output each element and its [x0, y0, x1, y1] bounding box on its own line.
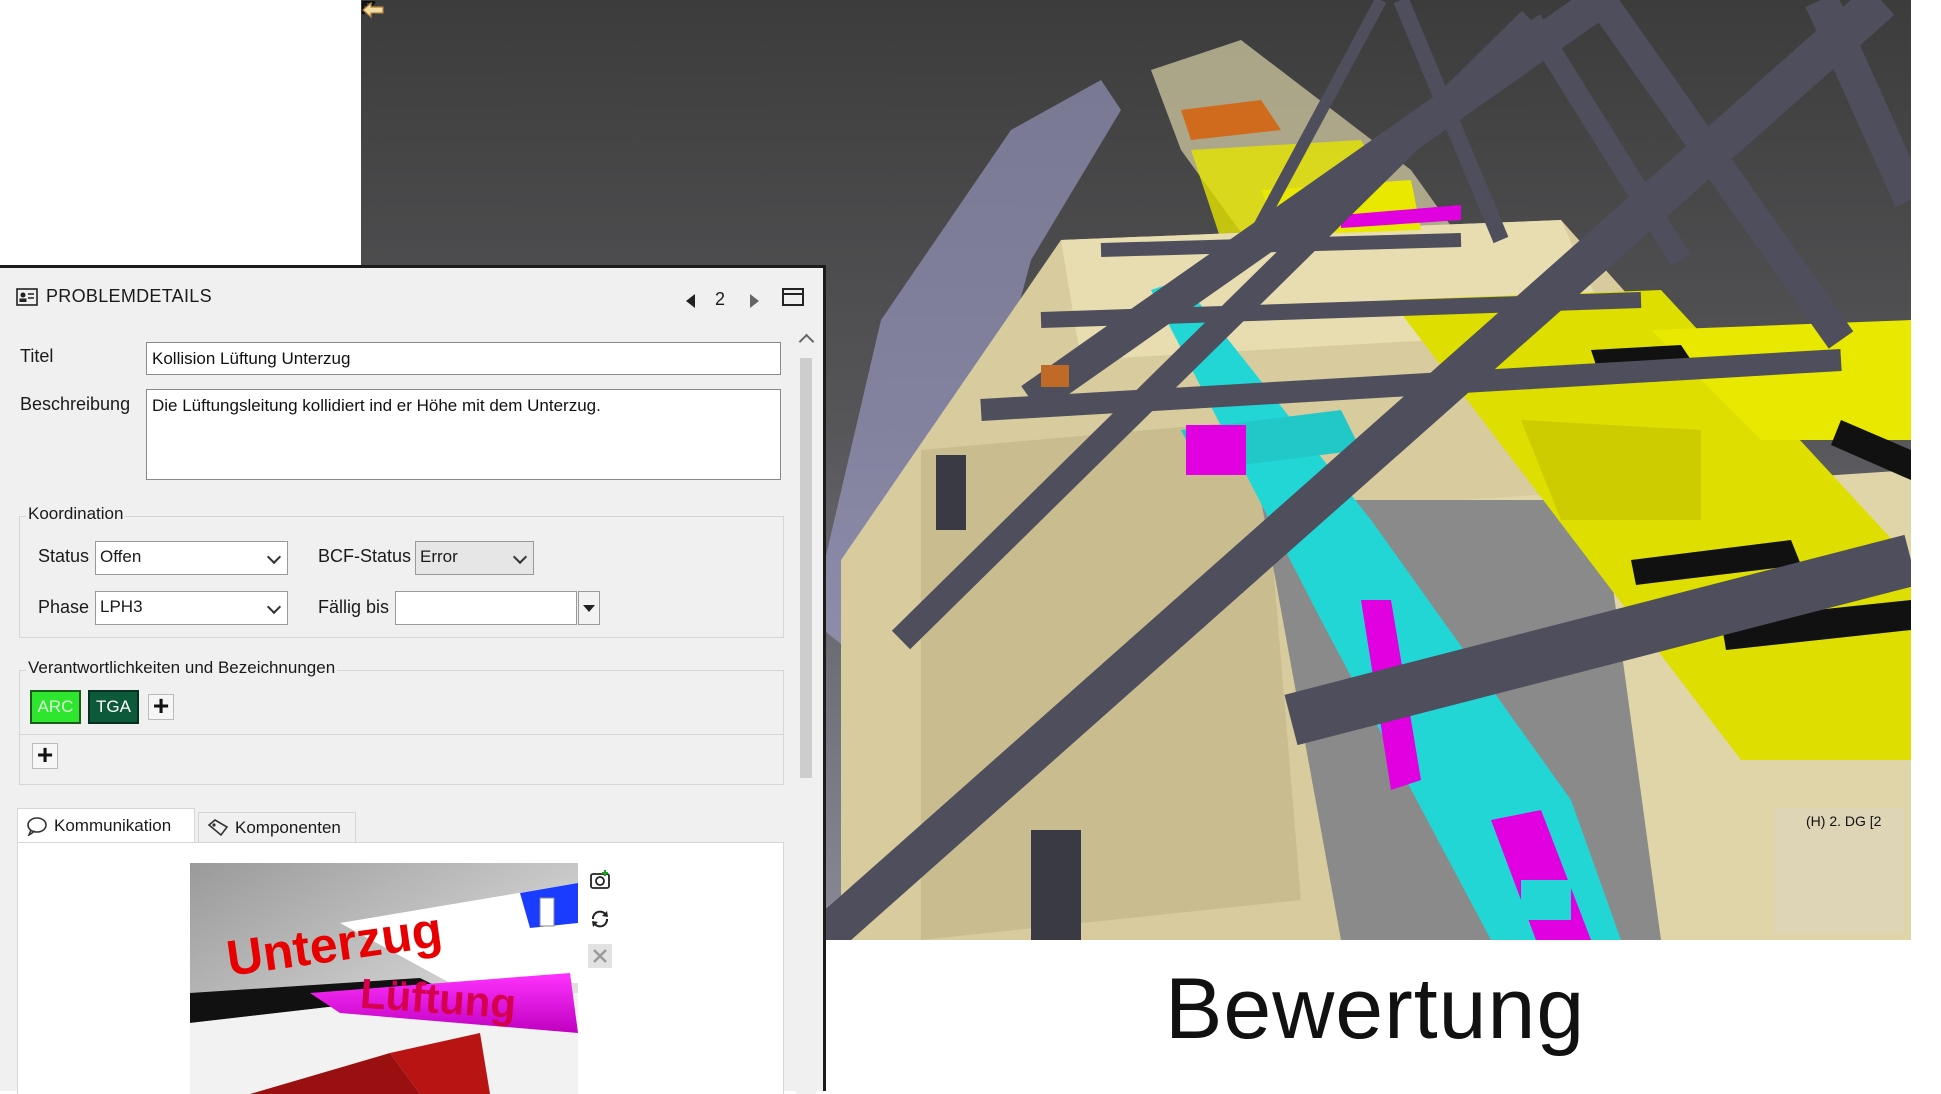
- phase-value: LPH3: [100, 597, 143, 616]
- chevron-down-icon: [266, 549, 282, 565]
- refresh-icon[interactable]: [587, 906, 613, 932]
- triangle-down-icon: [583, 605, 595, 612]
- add-responsibility-button[interactable]: +: [32, 741, 58, 769]
- delete-icon[interactable]: [587, 943, 613, 969]
- tab-kommunikation-label: Kommunikation: [54, 815, 172, 835]
- status-value: Offen: [100, 547, 142, 566]
- scrollbar-thumb[interactable]: [800, 358, 812, 778]
- tag-icon: [207, 818, 229, 836]
- titel-label: Titel: [20, 346, 54, 366]
- tag-arc[interactable]: ARC: [30, 690, 81, 724]
- faellig-date-input[interactable]: [395, 591, 577, 625]
- tag-tga[interactable]: TGA: [88, 690, 139, 724]
- date-picker-button[interactable]: [578, 591, 600, 625]
- issue-number: 2: [715, 289, 726, 309]
- navcube-level-label: (H) 2. DG [2: [1806, 813, 1882, 829]
- chevron-down-icon: [512, 549, 528, 565]
- divider: [19, 734, 784, 735]
- tab-komponenten-label: Komponenten: [235, 817, 341, 837]
- bcf-status-select[interactable]: Error: [415, 541, 534, 575]
- panel-title: PROBLEMDETAILS: [46, 286, 212, 306]
- next-issue-button[interactable]: [750, 294, 759, 308]
- status-label: Status: [38, 546, 90, 566]
- chevron-down-icon: [266, 599, 282, 615]
- window-icon[interactable]: [782, 288, 804, 306]
- status-select[interactable]: Offen: [95, 541, 288, 575]
- panel-header: PROBLEMDETAILS: [16, 286, 212, 307]
- faellig-label: Fällig bis: [318, 597, 390, 617]
- home-icon[interactable]: [361, 0, 385, 20]
- verantwortlichkeiten-group: [19, 670, 784, 785]
- beschreibung-label: Beschreibung: [20, 394, 131, 414]
- phase-label: Phase: [38, 597, 90, 617]
- caption-bewertung: Bewertung: [1165, 961, 1586, 1057]
- previous-issue-button[interactable]: [686, 294, 695, 308]
- tab-komponenten[interactable]: Komponenten: [198, 812, 356, 842]
- bcf-status-value: Error: [420, 547, 458, 566]
- id-card-icon: [16, 287, 38, 306]
- phase-select[interactable]: LPH3: [95, 591, 288, 625]
- camera-add-icon[interactable]: [587, 868, 613, 894]
- chat-icon: [27, 816, 47, 836]
- titel-input[interactable]: Kollision Lüftung Unterzug: [146, 342, 781, 375]
- add-tag-button[interactable]: +: [148, 692, 174, 720]
- bcf-status-label: BCF-Status: [318, 546, 412, 566]
- koordination-title: Koordination: [26, 504, 126, 524]
- verantwortlichkeiten-title: Verantwortlichkeiten und Bezeichnungen: [26, 658, 338, 678]
- tab-kommunikation[interactable]: Kommunikation: [17, 808, 195, 842]
- problem-details-panel: PROBLEMDETAILS 2 Titel Kollision Lüftung…: [0, 265, 826, 1094]
- viewpoint-snapshot[interactable]: Unterzug Lüftung: [190, 863, 578, 1094]
- beschreibung-textarea[interactable]: Die Lüftungsleitung kollidiert ind er Hö…: [146, 389, 781, 480]
